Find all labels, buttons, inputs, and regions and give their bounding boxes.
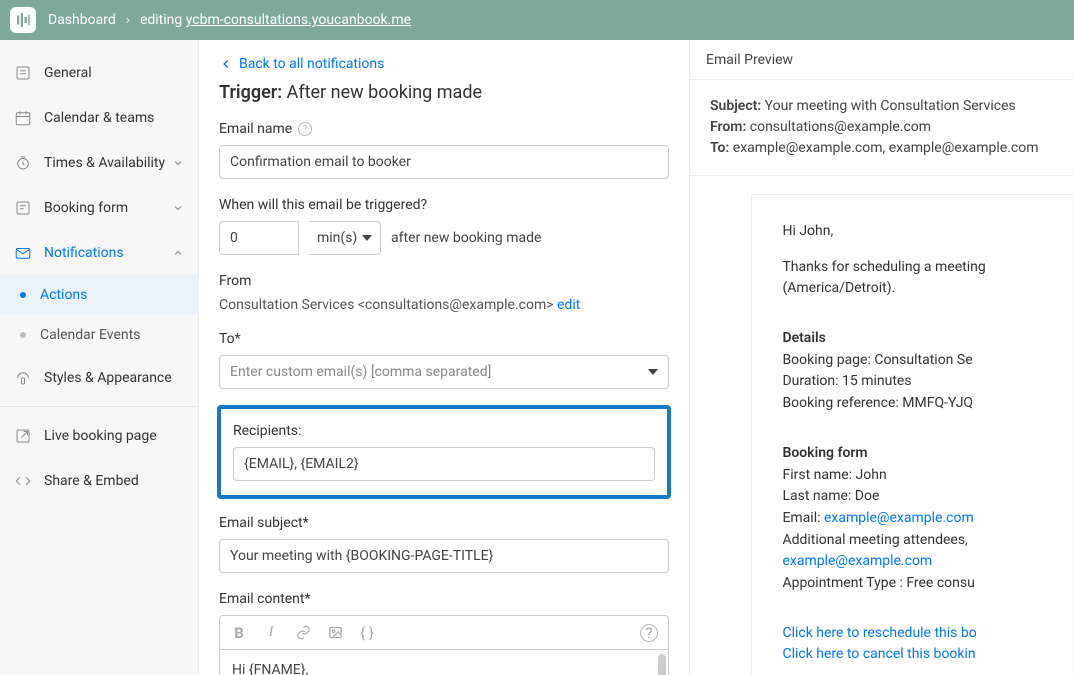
bullet-icon — [20, 292, 26, 298]
sidebar-label: Actions — [40, 287, 87, 303]
sidebar-label: Notifications — [44, 245, 124, 261]
chevron-up-icon — [172, 247, 184, 259]
caret-down-icon — [362, 233, 372, 243]
code-braces-icon[interactable]: { } — [358, 624, 376, 642]
when-triggered-label: When will this email be triggered? — [219, 197, 669, 213]
breadcrumb-dashboard[interactable]: Dashboard — [48, 12, 116, 28]
email-name-input[interactable] — [219, 145, 669, 179]
trigger-after-text: after new booking made — [391, 230, 541, 246]
sidebar-label: Times & Availability — [44, 155, 165, 171]
back-link-label: Back to all notifications — [239, 56, 384, 72]
sidebar-item-notifications[interactable]: Notifications — [0, 230, 198, 275]
external-link-icon — [14, 427, 32, 445]
cancel-link[interactable]: Click here to cancel this bookin — [782, 646, 975, 662]
scrollbar[interactable] — [658, 654, 666, 675]
preview-pane: Email Preview Subject: Your meeting with… — [689, 40, 1074, 675]
sidebar-label: Calendar & teams — [44, 110, 154, 126]
sidebar-label: General — [44, 65, 92, 81]
back-to-notifications-link[interactable]: Back to all notifications — [219, 56, 669, 72]
help-icon[interactable]: ? — [298, 122, 312, 136]
preview-body: Hi John, Thanks for scheduling a meeting… — [751, 194, 1074, 675]
recipients-highlight: Recipients: — [217, 405, 671, 499]
image-icon[interactable] — [326, 624, 344, 642]
sidebar-label: Booking form — [44, 200, 128, 216]
trigger-heading: Trigger: After new booking made — [219, 82, 669, 103]
sidebar-label: Live booking page — [44, 428, 157, 444]
form-icon — [14, 199, 32, 217]
logo-icon — [10, 7, 36, 33]
mail-icon — [14, 244, 32, 262]
sidebar-subitem-actions[interactable]: Actions — [0, 275, 198, 315]
chevron-right-icon: › — [126, 12, 130, 28]
breadcrumb-editing: editing — [140, 12, 182, 28]
bullet-icon — [20, 332, 26, 338]
calendar-icon — [14, 109, 32, 127]
from-value: Consultation Services <consultations@exa… — [219, 297, 669, 313]
from-edit-link[interactable]: edit — [557, 297, 580, 313]
topbar: Dashboard › editing ycbm-consultations.y… — [0, 0, 1074, 40]
sidebar-item-styles[interactable]: Styles & Appearance — [0, 355, 198, 400]
sidebar-item-general[interactable]: General — [0, 50, 198, 95]
clock-icon — [14, 154, 32, 172]
to-select[interactable]: Enter custom email(s) [comma separated] — [219, 355, 669, 389]
subject-input[interactable] — [219, 539, 669, 573]
chevron-down-icon — [172, 202, 184, 214]
content-label: Email content* — [219, 591, 669, 607]
bold-icon[interactable]: B — [230, 624, 248, 642]
sidebar-label: Calendar Events — [40, 327, 140, 343]
sidebar-item-times-availability[interactable]: Times & Availability — [0, 140, 198, 185]
preview-email2-link[interactable]: example@example.com — [782, 553, 932, 569]
gear-icon — [14, 64, 32, 82]
sidebar-subitem-calendar-events[interactable]: Calendar Events — [0, 315, 198, 355]
link-icon[interactable] — [294, 624, 312, 642]
sidebar: General Calendar & teams Times & Availab… — [0, 40, 199, 675]
preview-email-link[interactable]: example@example.com — [824, 510, 974, 526]
subject-label: Email subject* — [219, 515, 669, 531]
sidebar-item-calendar-teams[interactable]: Calendar & teams — [0, 95, 198, 140]
paint-icon — [14, 369, 32, 387]
recipients-label: Recipients: — [233, 423, 655, 439]
from-label: From — [219, 273, 669, 289]
editor-toolbar: B I { } ? — [219, 615, 669, 649]
recipients-input[interactable] — [233, 447, 655, 481]
email-name-label: Email name ? — [219, 121, 669, 137]
sidebar-item-live-page[interactable]: Live booking page — [0, 413, 198, 458]
sidebar-label: Styles & Appearance — [44, 370, 172, 386]
preview-meta: Subject: Your meeting with Consultation … — [690, 80, 1074, 176]
trigger-unit-select[interactable]: min(s) — [309, 221, 381, 255]
reschedule-link[interactable]: Click here to reschedule this bo — [782, 625, 976, 641]
form-pane: Back to all notifications Trigger: After… — [199, 40, 689, 675]
help-icon[interactable]: ? — [640, 624, 658, 642]
sidebar-item-booking-form[interactable]: Booking form — [0, 185, 198, 230]
trigger-delay-input[interactable] — [219, 221, 299, 255]
italic-icon[interactable]: I — [262, 624, 280, 642]
chevron-down-icon — [172, 157, 184, 169]
chevron-left-icon — [219, 57, 233, 71]
caret-down-icon — [648, 367, 658, 377]
code-icon — [14, 472, 32, 490]
breadcrumb-page-url[interactable]: ycbm-consultations.youcanbook.me — [186, 12, 411, 28]
to-label: To* — [219, 331, 669, 347]
sidebar-item-share-embed[interactable]: Share & Embed — [0, 458, 198, 503]
content-editor[interactable]: Hi {FNAME}, Thanks for scheduling a meet… — [219, 649, 669, 675]
divider — [0, 406, 198, 407]
preview-header: Email Preview — [690, 40, 1074, 80]
sidebar-label: Share & Embed — [44, 473, 139, 489]
